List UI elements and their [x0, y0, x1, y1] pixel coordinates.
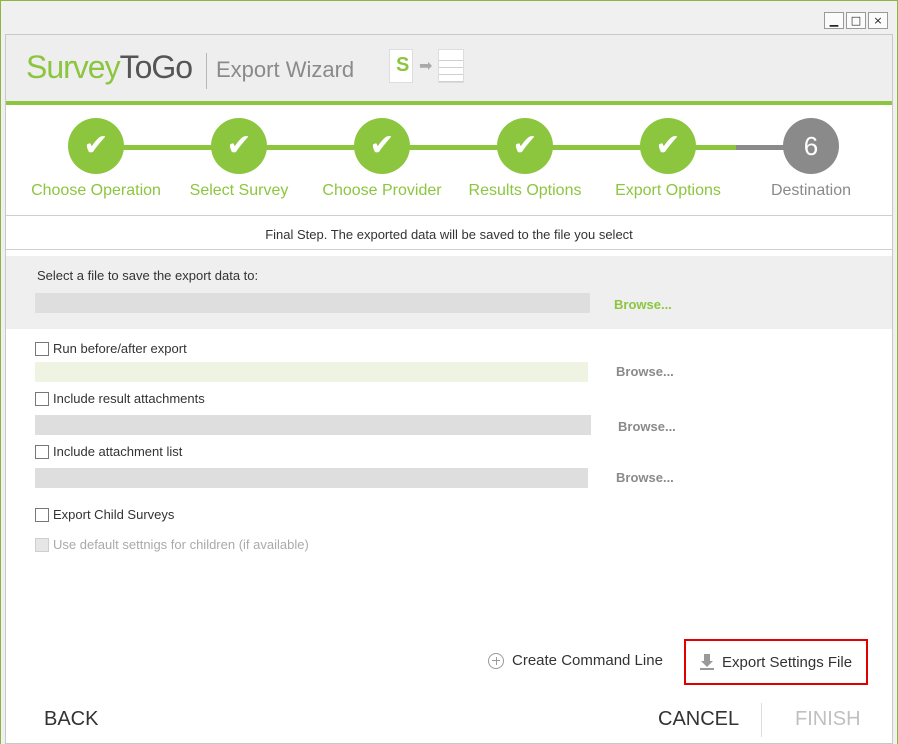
- arrow-right-icon: ➡: [419, 58, 433, 75]
- create-command-line-label: Create Command Line: [512, 652, 663, 669]
- back-button[interactable]: BACK: [44, 708, 98, 731]
- window-controls: ▁ □ ×: [824, 12, 888, 29]
- wizard-header: SurveyToGo Export Wizard S ➡: [6, 35, 892, 105]
- step-results-options: ✔ Results Options: [455, 115, 595, 200]
- export-file-path-field[interactable]: [35, 293, 590, 313]
- include-attachment-list-label: Include attachment list: [53, 444, 183, 459]
- logo-text-togo: ToGo: [119, 49, 193, 85]
- wizard-steps: ✔ Choose Operation ✔ Select Survey ✔ Cho…: [6, 115, 892, 205]
- text-file-icon: [438, 49, 465, 83]
- step-select-survey: ✔ Select Survey: [169, 115, 309, 200]
- survey-doc-letter: S: [396, 54, 410, 76]
- footer-divider: [761, 703, 762, 737]
- checkmark-icon: ✔: [640, 118, 696, 174]
- download-icon: [700, 654, 714, 670]
- export-settings-file-button[interactable]: Export Settings File: [684, 639, 868, 685]
- include-result-attachments-label: Include result attachments: [53, 391, 205, 406]
- use-default-settings-checkbox: [35, 537, 49, 552]
- export-child-surveys-label: Export Child Surveys: [53, 507, 175, 522]
- export-to-file-icon: S ➡: [389, 49, 465, 83]
- step-destination: 6 Destination: [741, 115, 881, 200]
- close-button[interactable]: ×: [868, 12, 888, 29]
- export-child-surveys-option[interactable]: Export Child Surveys: [35, 507, 174, 522]
- survey-doc-icon: S: [389, 49, 413, 83]
- step-choose-operation: ✔ Choose Operation: [26, 115, 166, 200]
- minimize-button[interactable]: ▁: [824, 12, 844, 29]
- run-before-after-label: Run before/after export: [53, 341, 187, 356]
- run-before-after-checkbox[interactable]: [35, 341, 49, 356]
- browse-run-before-after-button[interactable]: Browse...: [616, 364, 674, 379]
- step-number: 6: [783, 118, 839, 174]
- plus-circle-icon: [488, 652, 504, 669]
- maximize-button[interactable]: □: [846, 12, 866, 29]
- step-label: Results Options: [468, 182, 582, 199]
- step-label: Choose Provider: [322, 182, 442, 199]
- header-divider: [206, 53, 207, 89]
- checkmark-icon: ✔: [68, 118, 124, 174]
- include-attachment-list-checkbox[interactable]: [35, 444, 49, 459]
- run-before-after-option[interactable]: Run before/after export: [35, 341, 187, 356]
- surveytogo-logo: SurveyToGo: [26, 49, 193, 86]
- file-section-label: Select a file to save the export data to…: [37, 268, 259, 283]
- divider: [6, 249, 892, 250]
- step-label: Destination: [770, 182, 852, 199]
- finish-button[interactable]: FINISH: [795, 708, 861, 731]
- export-wizard-dialog: SurveyToGo Export Wizard S ➡ ✔ Choose Op…: [5, 34, 893, 744]
- step-choose-provider: ✔ Choose Provider: [312, 115, 452, 200]
- step-label: Select Survey: [189, 182, 289, 199]
- browse-attachment-list-button[interactable]: Browse...: [616, 470, 674, 485]
- result-attachments-path-field[interactable]: [35, 415, 591, 435]
- include-attachment-list-option[interactable]: Include attachment list: [35, 444, 182, 459]
- step-export-options: ✔ Export Options: [598, 115, 738, 200]
- step-label: Choose Operation: [31, 182, 161, 199]
- export-child-surveys-checkbox[interactable]: [35, 507, 49, 522]
- browse-export-file-button[interactable]: Browse...: [614, 297, 672, 312]
- divider: [6, 215, 892, 216]
- logo-text-survey: Survey: [26, 49, 121, 85]
- cancel-button[interactable]: CANCEL: [658, 708, 739, 731]
- checkmark-icon: ✔: [497, 118, 553, 174]
- run-before-after-path-field[interactable]: [35, 362, 588, 382]
- include-result-attachments-option[interactable]: Include result attachments: [35, 391, 205, 406]
- browse-result-attachments-button[interactable]: Browse...: [618, 419, 676, 434]
- final-step-info: Final Step. The exported data will be sa…: [265, 227, 633, 242]
- checkmark-icon: ✔: [211, 118, 267, 174]
- step-label: Export Options: [615, 182, 721, 199]
- use-default-settings-label: Use default settnigs for children (if av…: [53, 537, 309, 552]
- checkmark-icon: ✔: [354, 118, 410, 174]
- create-command-line-button[interactable]: Create Command Line: [488, 652, 663, 669]
- attachment-list-path-field[interactable]: [35, 468, 588, 488]
- export-settings-file-label: Export Settings File: [722, 653, 853, 671]
- wizard-title: Export Wizard: [216, 57, 355, 82]
- include-result-attachments-checkbox[interactable]: [35, 391, 49, 406]
- use-default-settings-option: Use default settnigs for children (if av…: [35, 537, 309, 552]
